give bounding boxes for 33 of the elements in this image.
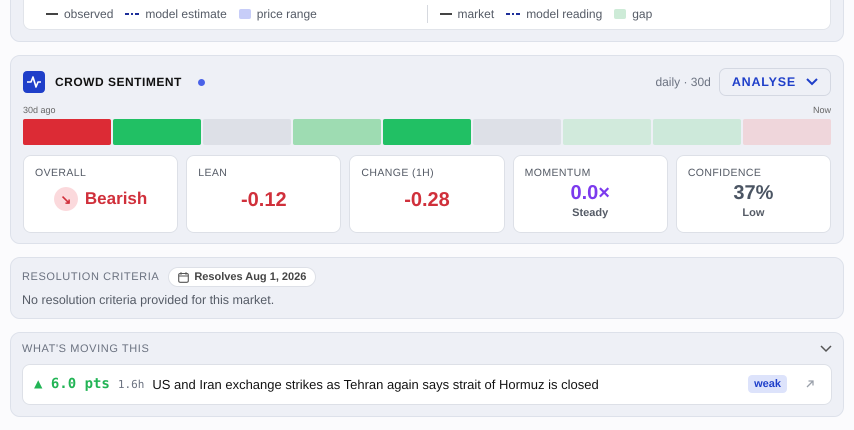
analyse-button[interactable]: ANALYSE [718, 68, 831, 96]
badge-text: Resolves Aug 1, 2026 [194, 271, 306, 283]
legend-label: model reading [526, 7, 602, 21]
criteria-text: No resolution criteria provided for this market. [22, 293, 276, 307]
stat-label: LEAN [198, 167, 228, 179]
stat-label: CHANGE (1H) [361, 167, 434, 179]
section-title: CROWD SENTIMENT [55, 75, 182, 89]
legend-label: gap [632, 7, 652, 21]
axis-label: 30d ago [23, 105, 56, 115]
points-change: ▲ 6.0 pts [34, 376, 110, 392]
axis-label: Now [812, 105, 831, 115]
stat-label: CONFIDENCE [688, 167, 762, 179]
stat-value: Bearish [84, 189, 148, 209]
stat-value: -0.12 [241, 189, 287, 212]
section-title: WHAT'S MOVING THIS [22, 343, 150, 355]
trend-down-icon: ↘ [54, 187, 78, 211]
stat-caption: Low [742, 207, 764, 219]
period-label: daily · 30d [655, 75, 711, 89]
stat-value: -0.28 [404, 189, 450, 212]
stat-label: OVERALL [35, 167, 86, 179]
legend-label: market [458, 7, 494, 21]
strength-tag: weak [748, 375, 787, 393]
stat-caption: Steady [572, 207, 608, 219]
legend-label: model estimate [145, 7, 227, 21]
stat-value: 0.0× [570, 182, 610, 205]
stat-label: MOMENTUM [524, 167, 591, 179]
section-title: RESOLUTION CRITERIA [22, 271, 160, 283]
news-row[interactable]: ▲ 6.0 pts 1.6h US and Iran exchange strikes as Tehran again says strait of Hormuz is closed weak [22, 364, 832, 405]
headline: US and Iran exchange strikes as Tehran again says strait of Hormuz is closed [152, 376, 600, 392]
stat-value: 37% [733, 182, 774, 205]
age-label: 1.6h [118, 378, 144, 390]
legend-label: observed [64, 7, 114, 21]
legend-label: price range [256, 7, 317, 21]
